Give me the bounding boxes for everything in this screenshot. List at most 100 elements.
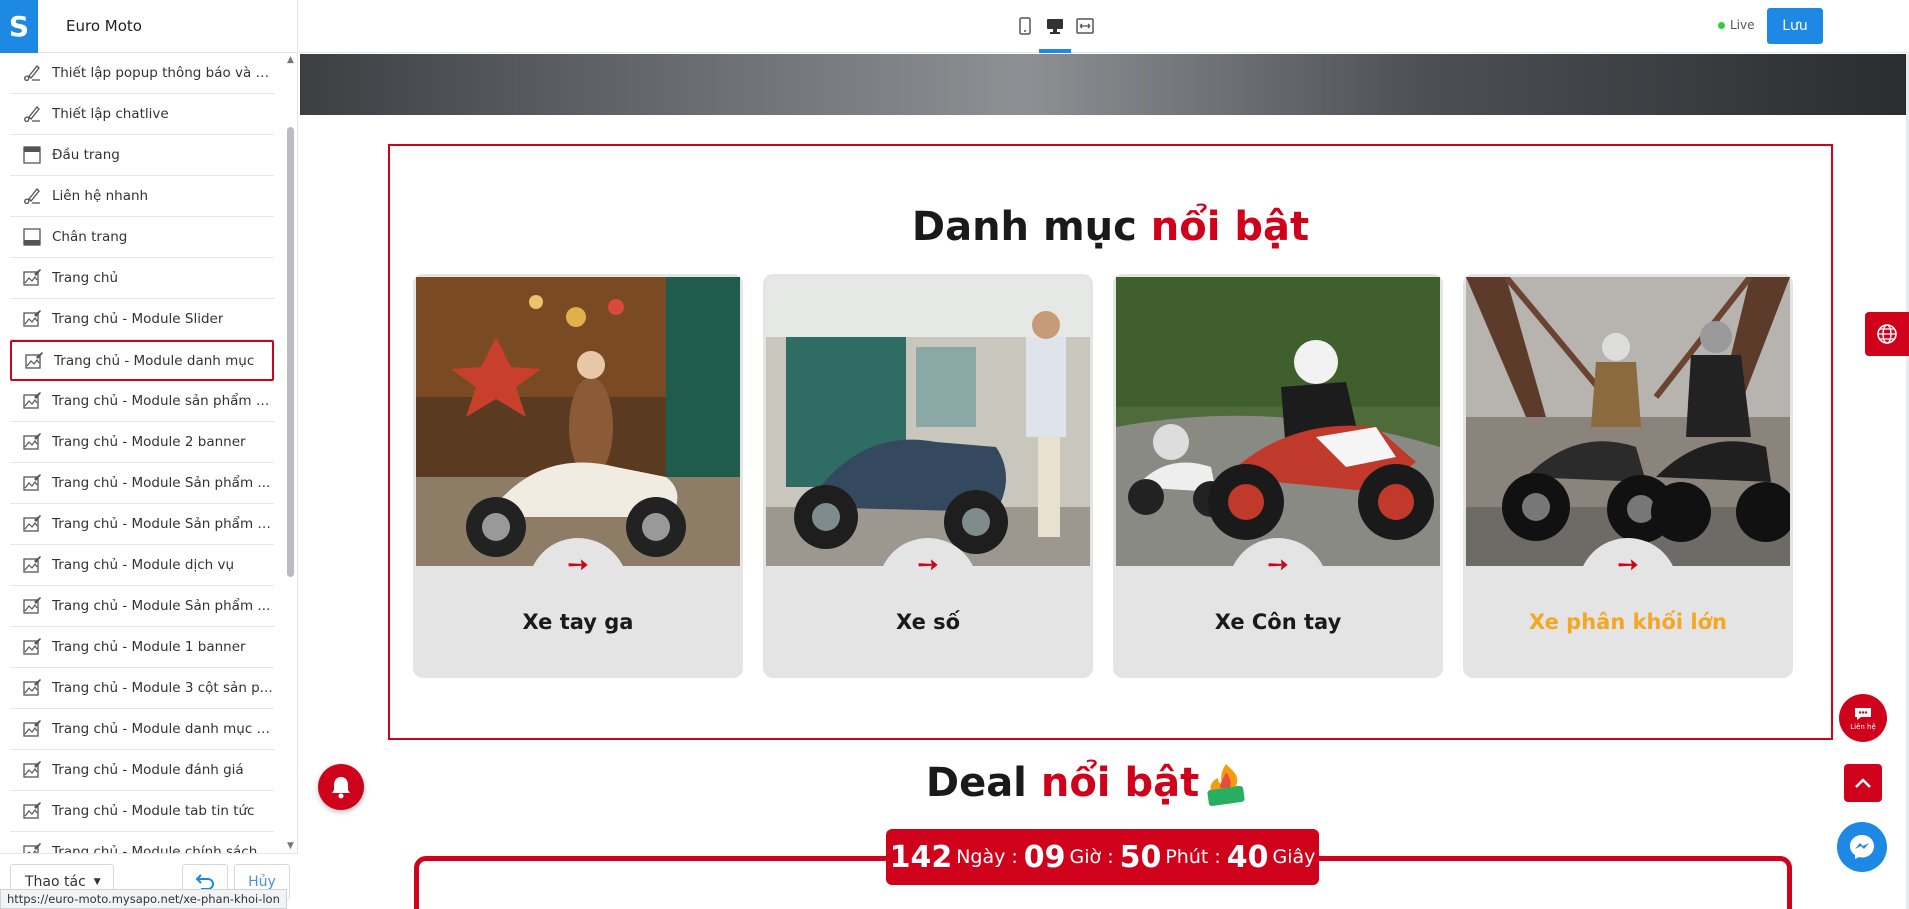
sidebar-item-label: Trang chủ - Module đánh giá: [52, 762, 244, 778]
editor-toolbar: Live Lưu: [299, 0, 1909, 53]
countdown-hours: 09: [1023, 839, 1066, 875]
category-card-big-bike[interactable]: ➙ Xe phân khối lớn: [1463, 274, 1793, 678]
image-brush-icon: [22, 842, 42, 853]
sidebar-item[interactable]: Liên hệ nhanh: [10, 176, 274, 217]
sidebar-item[interactable]: Trang chủ - Module Sản phẩm ...: [10, 586, 274, 627]
back-to-top-button[interactable]: [1844, 764, 1882, 802]
category-name[interactable]: Xe Côn tay: [1113, 610, 1443, 634]
sidebar-item[interactable]: Trang chủ - Module danh mục: [10, 340, 274, 381]
section-list: Thiết lập popup thông báo và c... Thiết l…: [10, 53, 274, 853]
deal-countdown: 142 Ngày : 09 Giờ : 50 Phút : 40 Giây: [886, 829, 1319, 885]
arrow-right-icon: ➙: [1267, 550, 1289, 580]
image-brush-icon: [22, 268, 42, 288]
sidebar-scrollbar[interactable]: ▲ ▼: [285, 55, 297, 855]
live-dot-icon: [1718, 21, 1725, 29]
notification-button[interactable]: [318, 764, 364, 810]
sidebar-item[interactable]: Trang chủ - Module 1 banner: [10, 627, 274, 668]
messenger-button[interactable]: [1837, 822, 1887, 872]
big-bike-photo: [1466, 277, 1790, 566]
mobile-icon: [1019, 17, 1031, 35]
footer-layout-icon: [22, 227, 42, 247]
sidebar-item-label: Trang chủ: [52, 270, 119, 286]
sidebar-item[interactable]: Trang chủ - Module Sản phẩm t...: [10, 504, 274, 545]
sidebar-item[interactable]: Trang chủ: [10, 258, 274, 299]
sidebar-item-label: Trang chủ - Module 3 cột sản p...: [52, 680, 273, 696]
sidebar-item[interactable]: Trang chủ - Module Sản phẩm ...: [10, 463, 274, 504]
scrollbar-thumb[interactable]: [287, 127, 294, 577]
arrow-right-icon: ➙: [567, 550, 589, 580]
image-brush-icon: [22, 678, 42, 698]
sidebar-item[interactable]: Trang chủ - Module danh mục t...: [10, 709, 274, 750]
image-brush-icon: [22, 391, 42, 411]
sidebar-item[interactable]: Đầu trang: [10, 135, 274, 176]
sidebar-item[interactable]: Trang chủ - Module Slider: [10, 299, 274, 340]
sidebar-item-label: Trang chủ - Module Slider: [52, 311, 224, 327]
image-brush-icon: [22, 473, 42, 493]
countdown-separator: :: [1011, 846, 1018, 868]
sidebar-item-label: Liên hệ nhanh: [52, 188, 149, 204]
image-brush-icon: [22, 760, 42, 780]
header-layout-icon: [22, 145, 42, 165]
sidebar-item[interactable]: Chân trang: [10, 217, 274, 258]
scroll-up-icon[interactable]: ▲: [287, 55, 294, 65]
sidebar-item[interactable]: Trang chủ - Module 2 banner: [10, 422, 274, 463]
live-status: Live: [1718, 18, 1755, 32]
sidebar-item[interactable]: Trang chủ - Module 3 cột sản p...: [10, 668, 274, 709]
deal-section-title: Deal nổi bật: [300, 760, 1909, 806]
image-brush-icon: [22, 309, 42, 329]
countdown-seconds-unit: Giây: [1272, 846, 1316, 868]
fullwidth-view-button[interactable]: [1074, 14, 1096, 38]
sidebar-item-label: Trang chủ - Module Sản phẩm ...: [52, 475, 271, 491]
brush-icon: [22, 63, 42, 83]
image-brush-icon: [22, 555, 42, 575]
image-brush-icon: [22, 432, 42, 452]
contact-button[interactable]: Liên hệ: [1839, 694, 1887, 742]
image-brush-icon: [22, 637, 42, 657]
sidebar-item-label: Trang chủ - Module danh mục t...: [52, 721, 274, 737]
sidebar-item[interactable]: Trang chủ - Module đánh giá: [10, 750, 274, 791]
category-module[interactable]: Danh mục nổi bật ➙ Xe tay ga ➙ Xe số ➙ X…: [388, 144, 1833, 740]
underbone-photo: [766, 277, 1090, 566]
desktop-view-button[interactable]: [1044, 14, 1066, 38]
sidebar-item[interactable]: Thiết lập popup thông báo và c...: [10, 53, 274, 94]
hot-deals-icon: [1207, 764, 1245, 806]
clutch-bike-photo: [1116, 277, 1440, 566]
sidebar-item-label: Chân trang: [52, 229, 128, 245]
sidebar-item[interactable]: Trang chủ - Module sản phẩm k...: [10, 381, 274, 422]
category-card-clutch[interactable]: ➙ Xe Côn tay: [1113, 274, 1443, 678]
image-brush-icon: [22, 801, 42, 821]
hero-banner-bottom: [300, 54, 1906, 115]
countdown-separator: :: [1107, 846, 1114, 868]
countdown-days-unit: Ngày: [956, 846, 1006, 868]
category-name[interactable]: Xe tay ga: [413, 610, 743, 634]
title-highlight: nổi bật: [1150, 204, 1310, 250]
category-name[interactable]: Xe phân khối lớn: [1463, 610, 1793, 634]
scroll-down-icon[interactable]: ▼: [287, 841, 294, 851]
sidebar-item[interactable]: Trang chủ - Module dịch vụ: [10, 545, 274, 586]
sidebar-item-label: Thiết lập chatlive: [52, 106, 169, 122]
sidebar-item[interactable]: Trang chủ - Module tab tin tức: [10, 791, 274, 832]
image-brush-icon: [24, 351, 44, 371]
category-name[interactable]: Xe số: [763, 610, 1093, 634]
sapo-logo[interactable]: S: [0, 0, 38, 53]
countdown-minutes-unit: Phút: [1165, 846, 1209, 868]
sidebar-item[interactable]: Thiết lập chatlive: [10, 94, 274, 135]
countdown-minutes: 50: [1119, 839, 1162, 875]
caret-down-icon: ▼: [93, 877, 101, 887]
save-button[interactable]: Lưu: [1767, 8, 1823, 44]
sidebar-item-label: Trang chủ - Module sản phẩm k...: [52, 393, 274, 409]
arrow-right-icon: ➙: [1617, 550, 1639, 580]
title-main: Danh mục: [911, 204, 1137, 250]
category-card-scooter[interactable]: ➙ Xe tay ga: [413, 274, 743, 678]
brush-icon: [22, 186, 42, 206]
category-card-underbone[interactable]: ➙ Xe số: [763, 274, 1093, 678]
scooter-photo: [416, 277, 740, 566]
sidebar-item-label: Trang chủ - Module danh mục: [54, 352, 255, 369]
sidebar-item-label: Trang chủ - Module dịch vụ: [52, 557, 235, 573]
sidebar-item-label: Trang chủ - Module 2 banner: [52, 434, 246, 450]
actions-label: Thao tác: [25, 874, 86, 890]
sidebar-header: S Euro Moto: [0, 0, 298, 53]
mobile-view-button[interactable]: [1014, 14, 1036, 38]
sidebar-item[interactable]: Trang chủ - Module chính sách: [10, 832, 274, 853]
language-tab[interactable]: [1865, 312, 1909, 356]
